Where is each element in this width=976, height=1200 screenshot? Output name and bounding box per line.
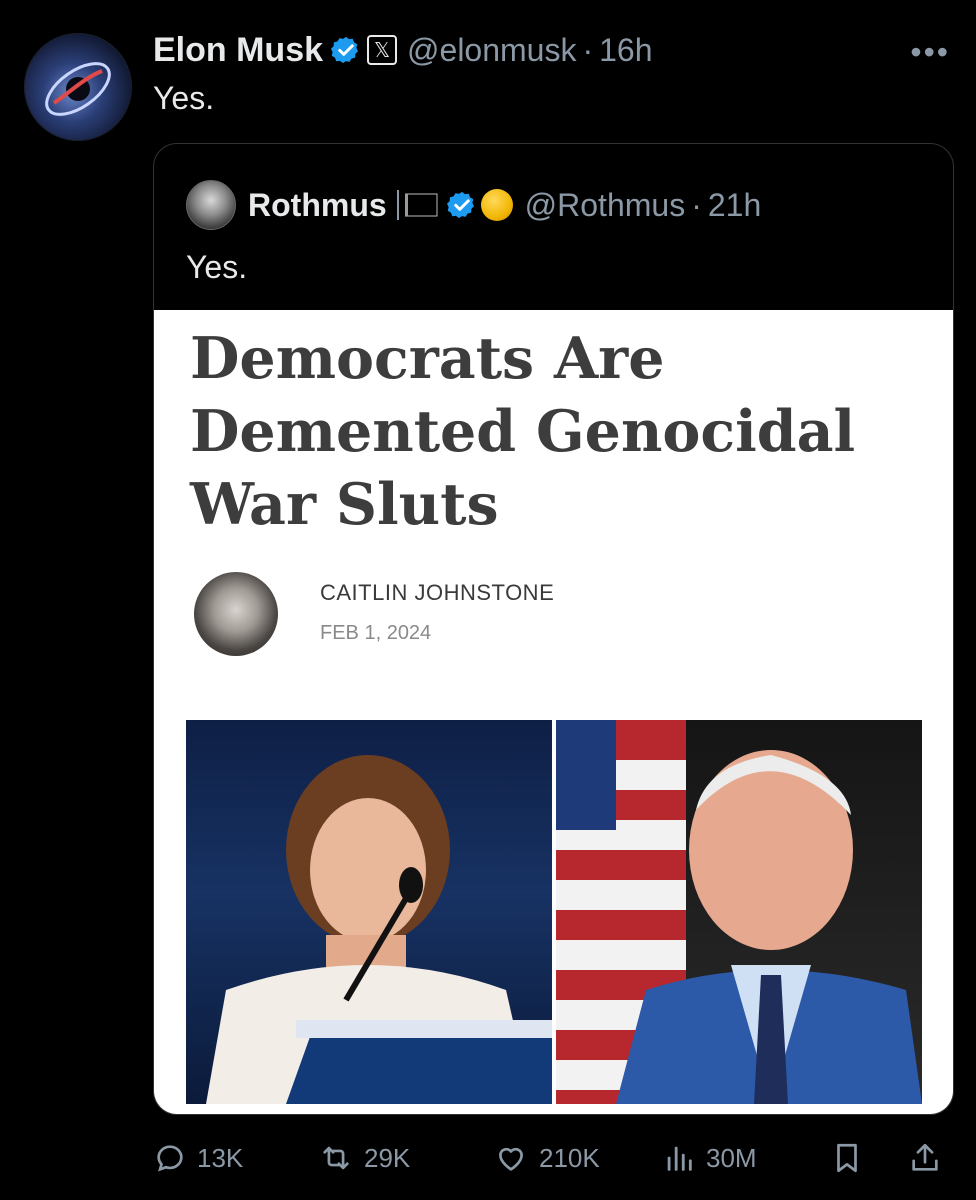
- author-name[interactable]: Elon Musk: [153, 31, 323, 70]
- quoted-author-handle: @Rothmus: [524, 186, 686, 223]
- quoted-tweet-card[interactable]: Rothmus @Rothmus · 21h Yes. Democrats Ar…: [153, 143, 954, 1115]
- verified-badge-icon: [331, 36, 359, 64]
- article-author: CAITLIN JOHNSTONE: [320, 580, 555, 605]
- article-author-avatar: [194, 572, 278, 656]
- views-button[interactable]: 30M: [662, 1132, 757, 1184]
- tweet-text: Yes.: [153, 80, 215, 116]
- views-icon: [667, 1146, 692, 1171]
- bookmark-button[interactable]: [830, 1132, 874, 1184]
- like-button[interactable]: 210K: [493, 1132, 600, 1184]
- x-logo-icon: 𝕏: [367, 35, 398, 65]
- name-divider: [396, 190, 399, 220]
- share-button[interactable]: [908, 1132, 952, 1184]
- photo-man-with-flag: [556, 720, 922, 1104]
- more-icon[interactable]: •••: [910, 34, 950, 71]
- repost-count: 29K: [364, 1142, 411, 1173]
- reply-icon: [157, 1145, 183, 1172]
- reply-count: 13K: [197, 1142, 244, 1173]
- yellow-circle-icon: [480, 189, 513, 221]
- quoted-author-name: Rothmus: [248, 186, 387, 223]
- share-icon: [912, 1143, 938, 1171]
- reply-button[interactable]: 13K: [153, 1132, 243, 1184]
- quoted-tweet-header: Rothmus @Rothmus · 21h: [186, 180, 761, 230]
- bookmark-icon: [837, 1143, 857, 1173]
- repost-icon: [323, 1146, 349, 1170]
- avatar-art-icon: [45, 62, 111, 116]
- black-flag-icon: [404, 193, 438, 217]
- article-date: FEB 1, 2024: [320, 622, 432, 644]
- separator: ·: [691, 186, 702, 223]
- verified-badge-icon: [446, 191, 474, 219]
- timestamp[interactable]: 16h: [599, 32, 652, 69]
- quoted-author-avatar: [186, 180, 236, 230]
- photo-woman-at-podium: [186, 720, 552, 1104]
- quoted-timestamp: 21h: [707, 186, 762, 223]
- like-count: 210K: [539, 1142, 600, 1173]
- author-handle[interactable]: @elonmusk: [407, 32, 576, 69]
- article-screenshot: Democrats Are Demented Genocidal War Slu…: [154, 310, 953, 1114]
- separator: ·: [582, 31, 594, 68]
- quoted-tweet-text: Yes.: [186, 249, 248, 285]
- like-icon: [499, 1147, 523, 1171]
- repost-button[interactable]: 29K: [318, 1132, 410, 1184]
- author-avatar[interactable]: [24, 33, 132, 141]
- tweet-action-bar: 13K 29K 210K 30M: [0, 1132, 976, 1184]
- article-headline: Democrats Are Demented Genocidal War Slu…: [190, 325, 856, 538]
- view-count: 30M: [706, 1142, 757, 1173]
- tweet-header: Elon Musk 𝕏 @elonmusk · 16h: [153, 28, 653, 72]
